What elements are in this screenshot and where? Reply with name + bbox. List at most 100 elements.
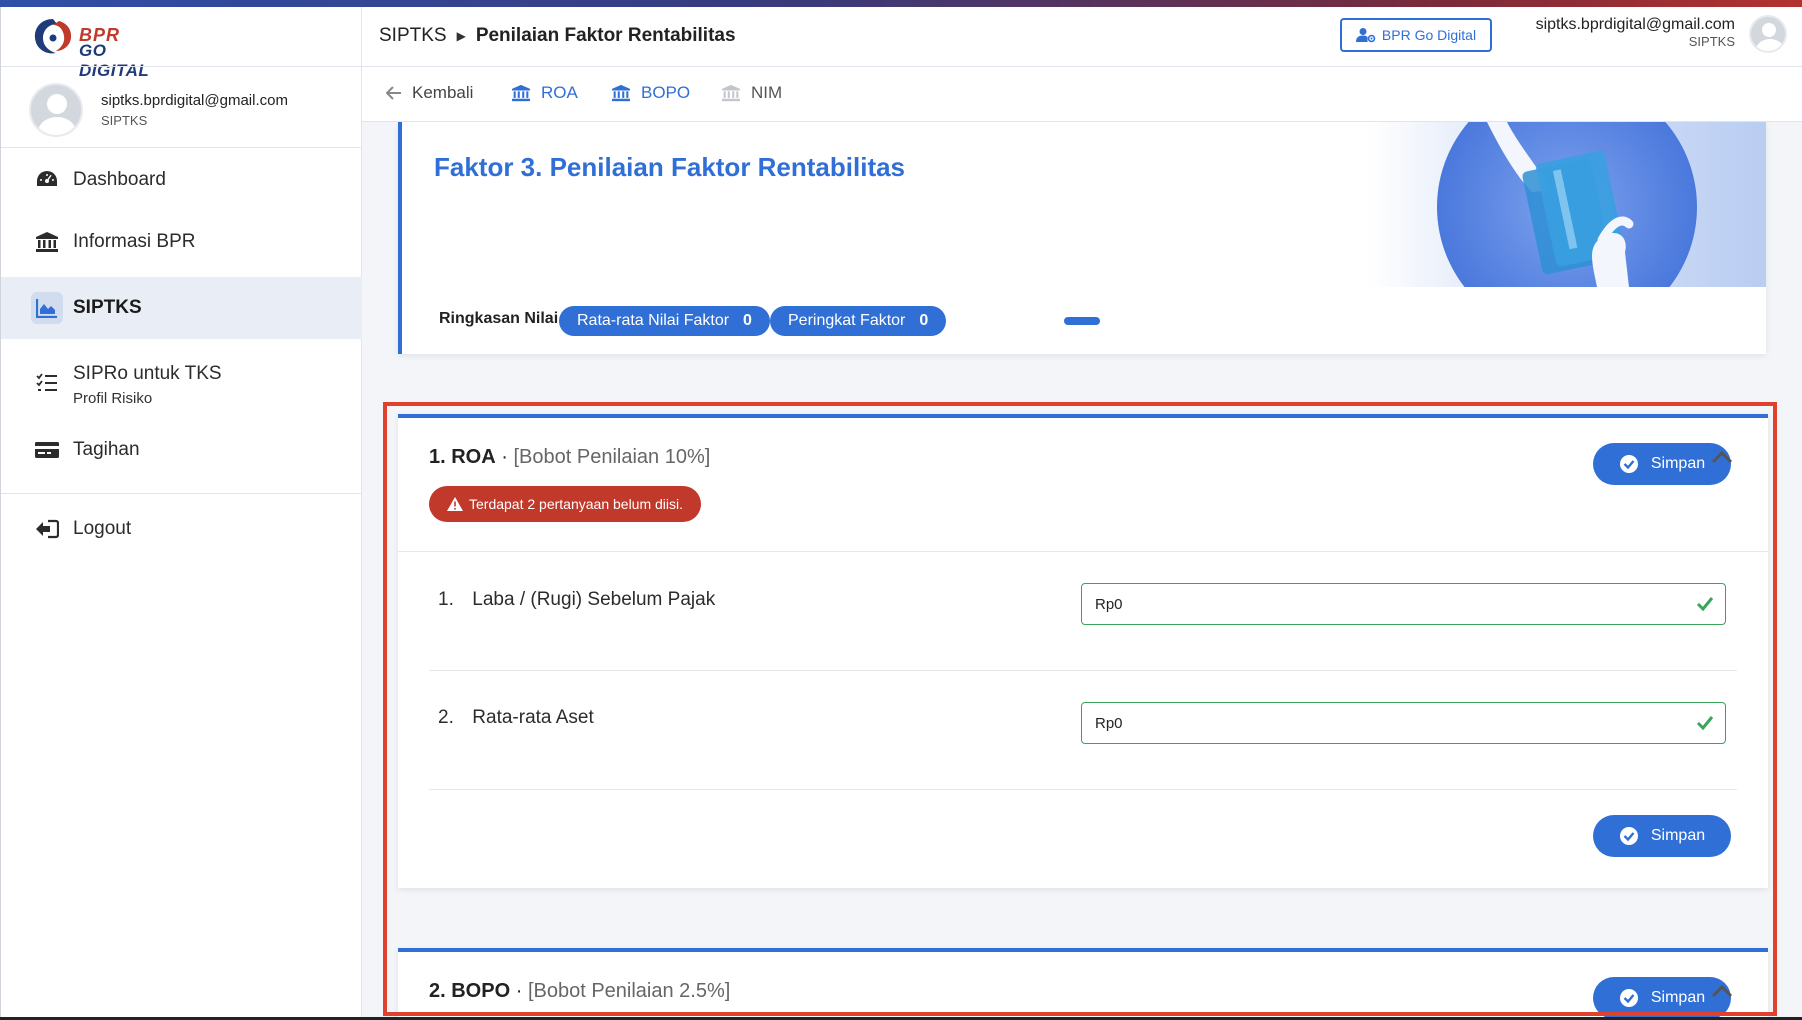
sidebar-item-logout[interactable]: Logout xyxy=(1,498,362,560)
question-number: 1. xyxy=(438,589,454,610)
factor-summary-card: Faktor 3. Penilaian Faktor Rentabilitas xyxy=(398,122,1766,354)
loading-indicator xyxy=(1064,317,1100,325)
back-button[interactable]: Kembali xyxy=(386,83,473,103)
tab-label: NIM xyxy=(751,83,783,102)
card-divider xyxy=(398,551,1768,552)
sidebar-item-label: Dashboard xyxy=(73,169,166,190)
top-header: SIPTKS ▶ Penilaian Faktor Rentabilitas B… xyxy=(362,7,1802,67)
page-title: Faktor 3. Penilaian Faktor Rentabilitas xyxy=(434,152,906,182)
section-separator: · xyxy=(515,980,523,1002)
factor-rank-value: 0 xyxy=(919,312,929,329)
caret-right-icon: ▶ xyxy=(456,29,466,43)
sidebar-divider xyxy=(1,493,362,494)
valid-check-icon xyxy=(1696,716,1714,731)
breadcrumb: SIPTKS ▶ Penilaian Faktor Rentabilitas xyxy=(379,25,736,47)
bank-icon xyxy=(722,84,740,102)
section-number: 1. ROA xyxy=(429,446,496,468)
row-divider xyxy=(429,670,1737,671)
input-value: Rp0 xyxy=(1095,595,1123,613)
rata-rata-aset-input[interactable]: Rp0 xyxy=(1081,702,1726,744)
list-check-icon xyxy=(31,367,63,399)
sidebar-item-label: Logout xyxy=(73,518,132,539)
save-button-bottom[interactable]: Simpan xyxy=(1593,815,1731,857)
sidebar-item-sipro[interactable]: SIPRo untuk TKS Profil Risiko xyxy=(1,349,362,417)
sidebar-item-label: Informasi BPR xyxy=(73,231,196,252)
breadcrumb-root[interactable]: SIPTKS xyxy=(379,25,447,47)
sidebar-item-dashboard[interactable]: Dashboard xyxy=(1,149,362,211)
dashboard-icon xyxy=(31,164,63,196)
avatar xyxy=(29,83,83,137)
section-number: 2. BOPO xyxy=(429,980,511,1002)
section-weight: [Bobot Penilaian 10%] xyxy=(513,446,711,468)
bank-icon xyxy=(31,226,63,258)
save-label: Simpan xyxy=(1650,827,1706,844)
arrow-left-icon xyxy=(386,86,401,100)
valid-check-icon xyxy=(1696,597,1714,612)
section-weight: [Bobot Penilaian 2.5%] xyxy=(527,980,731,1002)
profile-role: SIPTKS xyxy=(101,113,148,128)
average-score-value: 0 xyxy=(743,312,752,329)
factor-rank-badge: Peringkat Faktor 0 xyxy=(770,306,947,336)
check-circle-icon xyxy=(1619,827,1638,845)
back-label: Kembali xyxy=(412,83,474,102)
breadcrumb-current: Penilaian Faktor Rentabilitas xyxy=(475,25,736,46)
sidebar-item-label: SIPRo untuk TKS xyxy=(73,363,222,384)
question-text: Rata-rata Aset xyxy=(472,707,594,728)
tab-nim[interactable]: NIM xyxy=(721,83,782,103)
section-title: 1. ROA · [Bobot Penilaian 10%] xyxy=(429,446,710,469)
credit-card-icon xyxy=(31,434,63,466)
logo-swirl-icon xyxy=(34,19,72,54)
average-score-badge: Rata-rata Nilai Faktor 0 xyxy=(559,306,770,336)
chart-area-icon xyxy=(31,292,63,324)
row-divider xyxy=(429,789,1737,790)
logout-icon xyxy=(31,513,63,545)
roa-section-card: 1. ROA · [Bobot Penilaian 10%] Terdapat … xyxy=(398,414,1768,888)
hero-illustration xyxy=(1367,122,1766,287)
laba-rugi-input[interactable]: Rp0 xyxy=(1081,583,1726,625)
question-label: 2. Rata-rata Aset xyxy=(438,707,594,729)
tab-label: BOPO xyxy=(641,83,691,102)
header-user-role: SIPTKS xyxy=(1688,34,1735,49)
factor-tabbar: Kembali ROA BOPO NIM xyxy=(362,67,1802,122)
bank-icon xyxy=(512,84,530,102)
check-circle-icon xyxy=(1619,455,1638,473)
section-separator: · xyxy=(501,446,508,468)
tab-roa[interactable]: ROA xyxy=(511,83,578,103)
tab-bopo[interactable]: BOPO xyxy=(611,83,690,103)
question-number: 2. xyxy=(438,707,454,728)
sidebar-item-tagihan[interactable]: Tagihan xyxy=(1,419,362,481)
app-logo[interactable]: BPR GO DIGITAL xyxy=(29,13,179,80)
factor-rank-label: Peringkat Faktor xyxy=(788,312,906,329)
bpr-go-digital-button[interactable]: BPR Go Digital xyxy=(1340,18,1492,52)
warning-triangle-icon xyxy=(447,497,463,511)
input-value: Rp0 xyxy=(1095,714,1123,732)
sidebar-item-siptks[interactable]: SIPTKS xyxy=(1,277,362,339)
summary-label: Ringkasan Nilai xyxy=(439,310,559,327)
sidebar-item-sublabel: Profil Risiko xyxy=(73,390,153,407)
chevron-up-icon[interactable] xyxy=(1710,982,1734,1000)
bank-icon xyxy=(612,84,630,102)
save-label: Simpan xyxy=(1650,989,1706,1006)
sidebar-item-label: Tagihan xyxy=(73,439,140,460)
user-cog-icon xyxy=(1355,28,1376,43)
save-label: Simpan xyxy=(1650,455,1706,472)
question-text: Laba / (Rugi) Sebelum Pajak xyxy=(472,589,716,610)
profile-email: siptks.bprdigital@gmail.com xyxy=(101,92,288,109)
bopo-section-card: 2. BOPO · [Bobot Penilaian 2.5%] Simpan xyxy=(398,948,1768,1020)
bpr-go-digital-label: BPR Go Digital xyxy=(1381,27,1477,43)
main-content: Faktor 3. Penilaian Faktor Rentabilitas xyxy=(362,122,1802,1020)
header-avatar[interactable] xyxy=(1749,15,1787,53)
chevron-up-icon[interactable] xyxy=(1710,448,1734,466)
tab-label: ROA xyxy=(541,83,578,102)
unanswered-warning-badge: Terdapat 2 pertanyaan belum diisi. xyxy=(429,486,702,522)
section-title: 2. BOPO · [Bobot Penilaian 2.5%] xyxy=(429,980,730,1003)
header-user-email: siptks.bprdigital@gmail.com xyxy=(1535,16,1735,33)
question-label: 1. Laba / (Rugi) Sebelum Pajak xyxy=(438,589,715,611)
warning-text: Terdapat 2 pertanyaan belum diisi. xyxy=(469,496,684,512)
app-frame: BPR GO DIGITAL siptks.bprdigital@gmail.c… xyxy=(0,0,1802,1020)
sidebar-profile: siptks.bprdigital@gmail.com SIPTKS xyxy=(1,67,362,153)
check-circle-icon xyxy=(1619,989,1638,1007)
sidebar: BPR GO DIGITAL siptks.bprdigital@gmail.c… xyxy=(0,7,362,1017)
sidebar-divider xyxy=(1,147,362,148)
sidebar-item-informasi-bpr[interactable]: Informasi BPR xyxy=(1,211,362,273)
